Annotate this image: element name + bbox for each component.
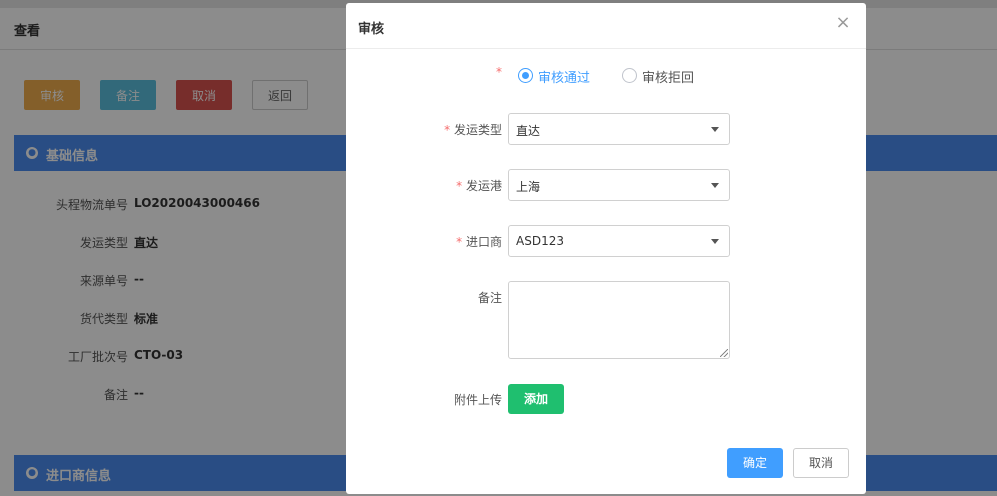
label-text: 附件上传 xyxy=(453,393,502,407)
caret-down-icon xyxy=(711,127,719,132)
caret-down-icon xyxy=(711,183,719,188)
required-mark: * xyxy=(444,123,451,137)
required-mark: * xyxy=(456,179,463,193)
required-mark: * xyxy=(496,65,502,79)
importer-select[interactable]: ASD123 xyxy=(508,225,730,257)
radio-label: 审核通过 xyxy=(538,71,591,86)
label-text: 备注 xyxy=(477,291,502,305)
shipping-type-label: * 发运类型 xyxy=(444,121,502,138)
shipping-type-select[interactable]: 直达 xyxy=(508,113,730,145)
audit-dialog: 审核 × * 审核通过 审核拒回 * 发运类型 直达 * 发运港 上海 * 进口… xyxy=(346,3,866,494)
importer-label: * 进口商 xyxy=(456,233,502,250)
label-text: 发运港 xyxy=(465,179,502,193)
resize-handle-icon[interactable] xyxy=(720,349,728,357)
caret-down-icon xyxy=(711,239,719,244)
radio-checked-icon xyxy=(518,68,533,83)
select-value: 上海 xyxy=(516,180,541,194)
select-value: 直达 xyxy=(516,124,541,138)
confirm-button[interactable]: 确定 xyxy=(727,448,783,478)
required-mark: * xyxy=(456,235,463,249)
add-attachment-button[interactable]: 添加 xyxy=(508,384,564,414)
remark-textarea[interactable] xyxy=(508,281,730,359)
attachment-label: 附件上传 xyxy=(454,391,502,408)
radio-label: 审核拒回 xyxy=(642,71,695,86)
close-icon[interactable]: × xyxy=(834,14,852,32)
remark-label: 备注 xyxy=(478,289,502,306)
select-value: ASD123 xyxy=(516,234,564,248)
radio-approve[interactable]: 审核通过 xyxy=(518,65,598,86)
port-select[interactable]: 上海 xyxy=(508,169,730,201)
dialog-title: 审核 xyxy=(358,22,385,37)
label-text: 进口商 xyxy=(465,235,502,249)
cancel-button[interactable]: 取消 xyxy=(793,448,849,478)
label-text: 发运类型 xyxy=(453,123,502,137)
radio-reject[interactable]: 审核拒回 xyxy=(622,65,702,86)
dialog-header: 审核 × xyxy=(346,3,866,49)
port-label: * 发运港 xyxy=(456,177,502,194)
radio-unchecked-icon xyxy=(622,68,637,83)
